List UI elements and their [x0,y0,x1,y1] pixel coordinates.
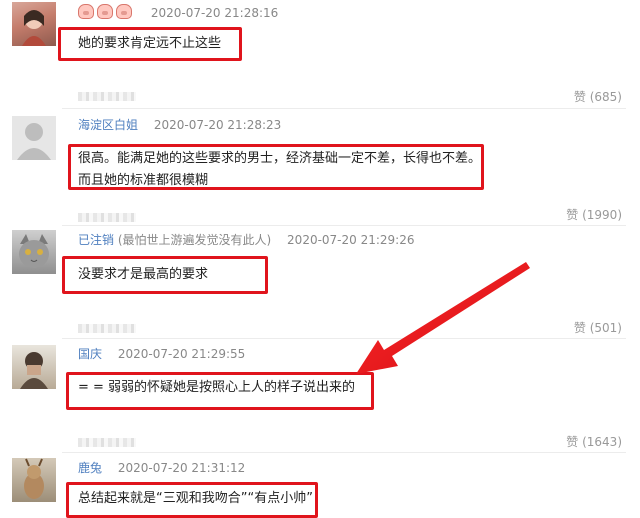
username-link[interactable]: 已注销 [78,233,114,247]
avatar[interactable] [12,230,56,274]
avatar[interactable] [12,345,56,389]
comment-time: 2020-07-20 21:28:23 [153,118,282,132]
comment-time: 2020-07-20 21:29:55 [117,347,246,361]
highlight-box [58,27,242,61]
blurred-reply-link[interactable] [78,92,136,101]
username-link[interactable]: 国庆 [78,347,102,361]
username-link[interactable]: 鹿兔 [78,461,102,475]
user-remark: (最怕世上游遍发觉没有此人) [117,233,272,247]
like-button[interactable]: 赞 (1643) [566,433,622,451]
pig-emoji-icon [97,4,113,19]
divider [62,108,626,109]
comment-meta: 海淀区白姐 2020-07-20 21:28:23 [78,116,281,134]
highlight-box [68,144,484,190]
highlight-box [62,256,268,294]
username-link[interactable]: 海淀区白姐 [78,118,138,132]
blurred-reply-link[interactable] [78,324,136,333]
like-button[interactable]: 赞 (1990) [566,206,622,224]
comment-time: 2020-07-20 21:28:16 [150,6,279,20]
like-button[interactable]: 赞 (685) [574,88,622,106]
avatar[interactable] [12,116,56,160]
blurred-reply-link[interactable] [78,213,136,222]
highlight-box [66,482,318,518]
comment-meta: 2020-07-20 21:28:16 [78,4,278,22]
avatar-cat-photo-icon [19,234,49,268]
divider [62,225,626,226]
avatar-girl-photo-icon [22,10,46,46]
pig-emoji-icon [78,4,94,19]
comment-meta: 鹿兔 2020-07-20 21:31:12 [78,459,245,477]
divider [62,338,626,339]
default-avatar-icon [17,123,51,160]
avatar-deer-photo-icon [24,458,44,499]
blurred-reply-link[interactable] [78,438,136,447]
pig-emoji-icon [116,4,132,19]
avatar[interactable] [12,2,56,46]
arrow-shape [356,262,530,374]
comment-meta: 国庆 2020-07-20 21:29:55 [78,345,245,363]
avatar-person-photo-icon [20,352,48,389]
comment-time: 2020-07-20 21:29:26 [287,233,415,247]
comment-time: 2020-07-20 21:31:12 [117,461,246,475]
comment-meta: 已注销 (最怕世上游遍发觉没有此人) 2020-07-20 21:29:26 [78,231,415,249]
highlight-box [66,372,374,410]
like-button[interactable]: 赞 (501) [574,319,622,337]
avatar[interactable] [12,458,56,502]
divider [62,452,626,453]
